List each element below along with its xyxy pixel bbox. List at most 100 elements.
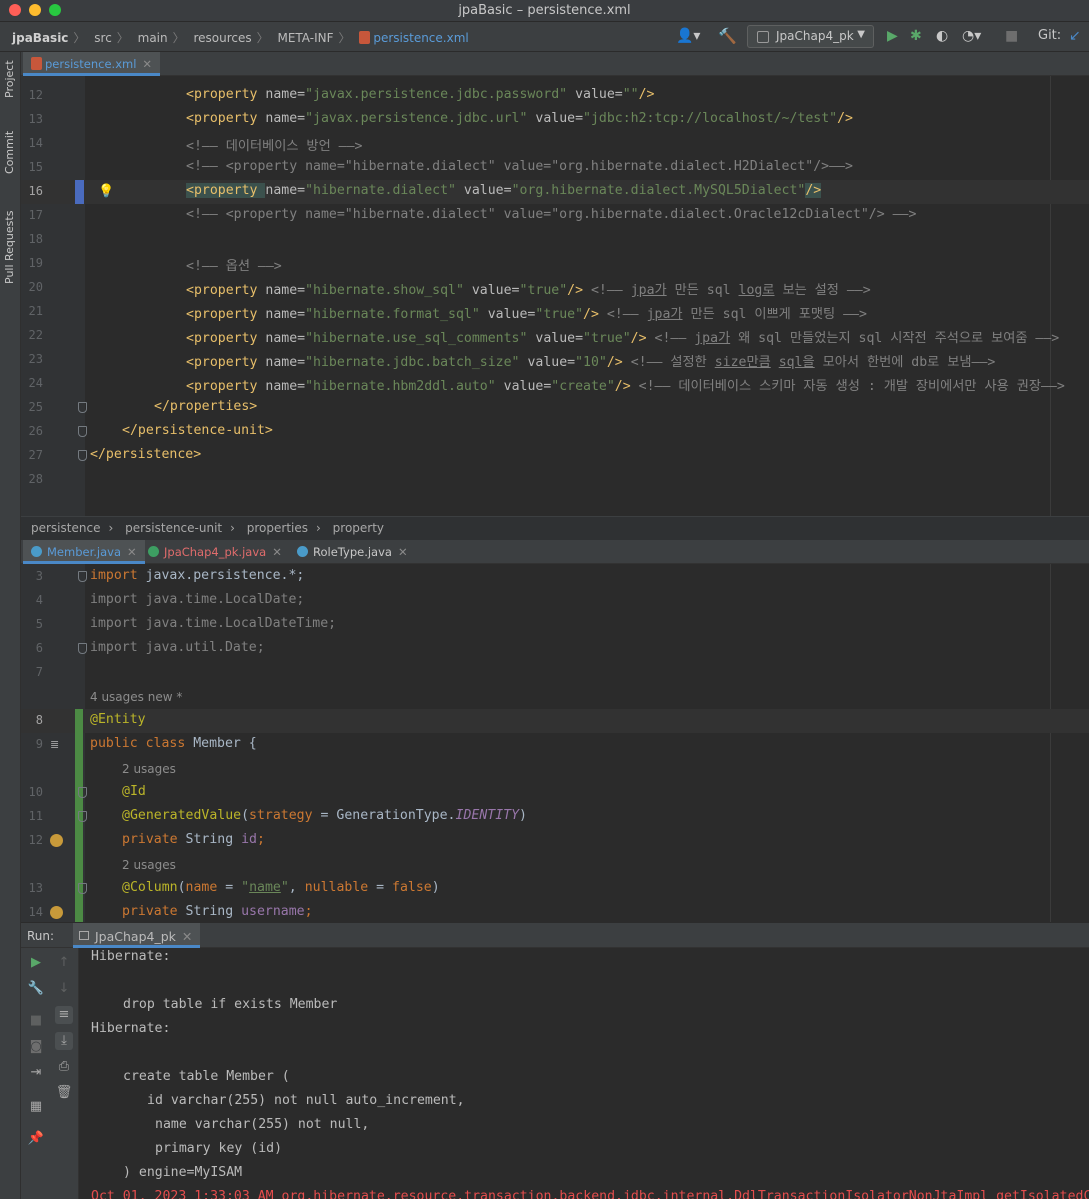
column-attribute-icon[interactable] <box>50 906 63 919</box>
usage-hint-row[interactable]: 2 usages <box>21 757 1089 781</box>
pin-icon[interactable]: 📌 <box>27 1130 45 1148</box>
breadcrumb-main[interactable]: main <box>138 31 168 45</box>
database-table-icon[interactable]: ≣ <box>50 738 63 751</box>
code-text: import java.time.LocalDate; <box>90 592 305 607</box>
tab-member-java[interactable]: Member.java ✕ <box>23 540 145 564</box>
run-icon[interactable]: ▶ <box>887 28 898 44</box>
code-line[interactable]: 22 <property name="hibernate.use_sql_comm… <box>21 324 1089 348</box>
code-line[interactable]: 12 private String id; <box>21 829 1089 853</box>
camera-icon[interactable]: ◙ <box>27 1038 45 1056</box>
exit-icon[interactable]: ⇥ <box>27 1064 45 1082</box>
hammer-build-icon[interactable]: 🔨 <box>718 28 737 44</box>
breadcrumb-src[interactable]: src <box>94 31 112 45</box>
coverage-icon[interactable]: ◐ <box>936 28 948 44</box>
update-project-icon[interactable]: ↙ <box>1069 28 1081 44</box>
user-icon[interactable]: 👤▾ <box>676 28 700 44</box>
scroll-to-end-icon[interactable]: ⤓ <box>55 1032 73 1050</box>
fold-marker-icon[interactable] <box>78 883 87 894</box>
code-line[interactable]: 21 <property name="hibernate.format_sql" … <box>21 300 1089 324</box>
rerun-icon[interactable]: ▶ <box>27 954 45 972</box>
tab-jpachap4-pk-java[interactable]: JpaChap4_pk.java ✕ <box>140 540 290 564</box>
fold-marker-icon[interactable] <box>78 571 87 582</box>
code-line[interactable]: 20 <property name="hibernate.show_sql" va… <box>21 276 1089 300</box>
stop-icon[interactable]: ■ <box>1005 28 1018 44</box>
scroll-down-icon[interactable]: ↓ <box>55 980 73 998</box>
line-number: 10 <box>28 785 43 799</box>
trash-icon[interactable]: 🗑 <box>55 1084 73 1102</box>
debug-icon[interactable]: ✱ <box>910 28 922 44</box>
stop-icon[interactable]: ■ <box>27 1012 45 1030</box>
code-line[interactable]: 24 <property name="hibernate.hbm2ddl.auto… <box>21 372 1089 396</box>
code-line[interactable]: 6 import java.util.Date; <box>21 637 1089 661</box>
usages-hint[interactable]: 4 usages new * <box>90 690 182 704</box>
code-line[interactable]: 16 💡 <property name="hibernate.dialect" va… <box>21 180 1089 204</box>
profile-icon[interactable]: ◔▾ <box>962 28 981 44</box>
close-icon[interactable]: ✕ <box>142 57 152 71</box>
code-line[interactable]: 14 private String username; <box>21 901 1089 922</box>
soft-wrap-icon[interactable]: ≡ <box>55 1006 73 1024</box>
code-line[interactable]: 7 <box>21 661 1089 685</box>
breadcrumb-resources[interactable]: resources <box>193 31 251 45</box>
code-line[interactable]: 12 <property name="javax.persistence.jdbc… <box>21 84 1089 108</box>
xml-crumb-persistence-unit[interactable]: persistence-unit <box>125 521 222 535</box>
code-line[interactable]: 5 import java.time.LocalDateTime; <box>21 613 1089 637</box>
run-tab-jpachap4-pk[interactable]: JpaChap4_pk ✕ <box>73 923 201 948</box>
close-icon[interactable]: ✕ <box>127 545 137 559</box>
breadcrumb-meta-inf[interactable]: META-INF <box>277 31 333 45</box>
fold-marker-icon[interactable] <box>78 643 87 654</box>
fold-marker-icon[interactable] <box>78 402 87 413</box>
tab-persistence-xml[interactable]: persistence.xml ✕ <box>23 52 161 76</box>
code-line[interactable]: 3 import javax.persistence.*; <box>21 565 1089 589</box>
xml-editor-tab-bar: persistence.xml ✕ <box>21 52 1089 76</box>
xml-crumb-property[interactable]: property <box>333 521 384 535</box>
code-line[interactable]: 17 <!—— <property name="hibernate.dialect… <box>21 204 1089 228</box>
fold-marker-icon[interactable] <box>78 787 87 798</box>
close-icon[interactable]: ✕ <box>398 545 408 559</box>
fold-marker-icon[interactable] <box>78 450 87 461</box>
lightbulb-icon[interactable]: 💡 <box>98 184 114 199</box>
code-line[interactable]: 18 <box>21 228 1089 252</box>
xml-crumb-persistence[interactable]: persistence <box>31 521 100 535</box>
code-line[interactable]: 10 @Id <box>21 781 1089 805</box>
pull-requests-tool-tab[interactable]: Pull Requests <box>3 211 16 284</box>
project-tool-tab[interactable]: Project <box>3 60 16 98</box>
fold-marker-icon[interactable] <box>78 811 87 822</box>
breadcrumb-project[interactable]: jpaBasic <box>12 31 68 45</box>
code-line[interactable]: 27 </persistence> <box>21 444 1089 468</box>
code-line[interactable]: 11 @GeneratedValue(strategy = GenerationT… <box>21 805 1089 829</box>
code-line[interactable]: 15 <!—— <property name="hibernate.dialect… <box>21 156 1089 180</box>
scroll-up-icon[interactable]: ↑ <box>55 954 73 972</box>
usage-hint-row[interactable]: 2 usages <box>21 853 1089 877</box>
breadcrumb-file[interactable]: persistence.xml <box>373 31 468 45</box>
code-line[interactable]: 25 </properties> <box>21 396 1089 420</box>
code-line[interactable]: 8 @Entity <box>21 709 1089 733</box>
usages-hint[interactable]: 2 usages <box>122 858 176 872</box>
close-icon[interactable]: ✕ <box>272 545 282 559</box>
code-text: </persistence> <box>90 447 202 462</box>
code-line[interactable]: 9 ≣ public class Member { <box>21 733 1089 757</box>
usages-hint[interactable]: 2 usages <box>122 762 176 776</box>
code-line[interactable]: 13 @Column(name = "name", nullable = fals… <box>21 877 1089 901</box>
code-line[interactable]: 13 <property name="javax.persistence.jdbc… <box>21 108 1089 132</box>
code-line[interactable]: 14 <!—— 데이터베이스 방언 ——> <box>21 132 1089 156</box>
run-configuration-select[interactable]: JpaChap4_pk ▼ <box>747 25 874 48</box>
code-line[interactable]: 26 </persistence-unit> <box>21 420 1089 444</box>
code-line[interactable]: 4 import java.time.LocalDate; <box>21 589 1089 613</box>
print-icon[interactable]: ⎙ <box>55 1058 73 1076</box>
xml-crumb-properties[interactable]: properties <box>247 521 308 535</box>
wrench-icon[interactable]: 🔧 <box>27 980 45 998</box>
layout-icon[interactable]: ▦ <box>27 1098 45 1116</box>
code-line[interactable]: 19 <!—— 옵션 ——> <box>21 252 1089 276</box>
code-line[interactable]: 23 <property name="hibernate.jdbc.batch_s… <box>21 348 1089 372</box>
run-console-output[interactable]: Hibernate: drop table if exists Member Hi… <box>79 948 1089 1199</box>
primary-key-icon[interactable] <box>50 834 63 847</box>
usage-hint-row[interactable]: 4 usages new * <box>21 685 1089 709</box>
close-icon[interactable]: ✕ <box>182 929 192 944</box>
tab-roletype-java[interactable]: RoleType.java ✕ <box>289 540 416 564</box>
xml-editor[interactable]: 12 <property name="javax.persistence.jdbc… <box>21 76 1089 516</box>
commit-tool-tab[interactable]: Commit <box>3 131 16 174</box>
code-text: <!—— <property name="hibernate.dialect" … <box>186 207 917 222</box>
fold-marker-icon[interactable] <box>78 426 87 437</box>
java-editor[interactable]: 3 import javax.persistence.*; 4 import java… <box>21 564 1089 922</box>
code-line[interactable]: 28 <box>21 468 1089 492</box>
